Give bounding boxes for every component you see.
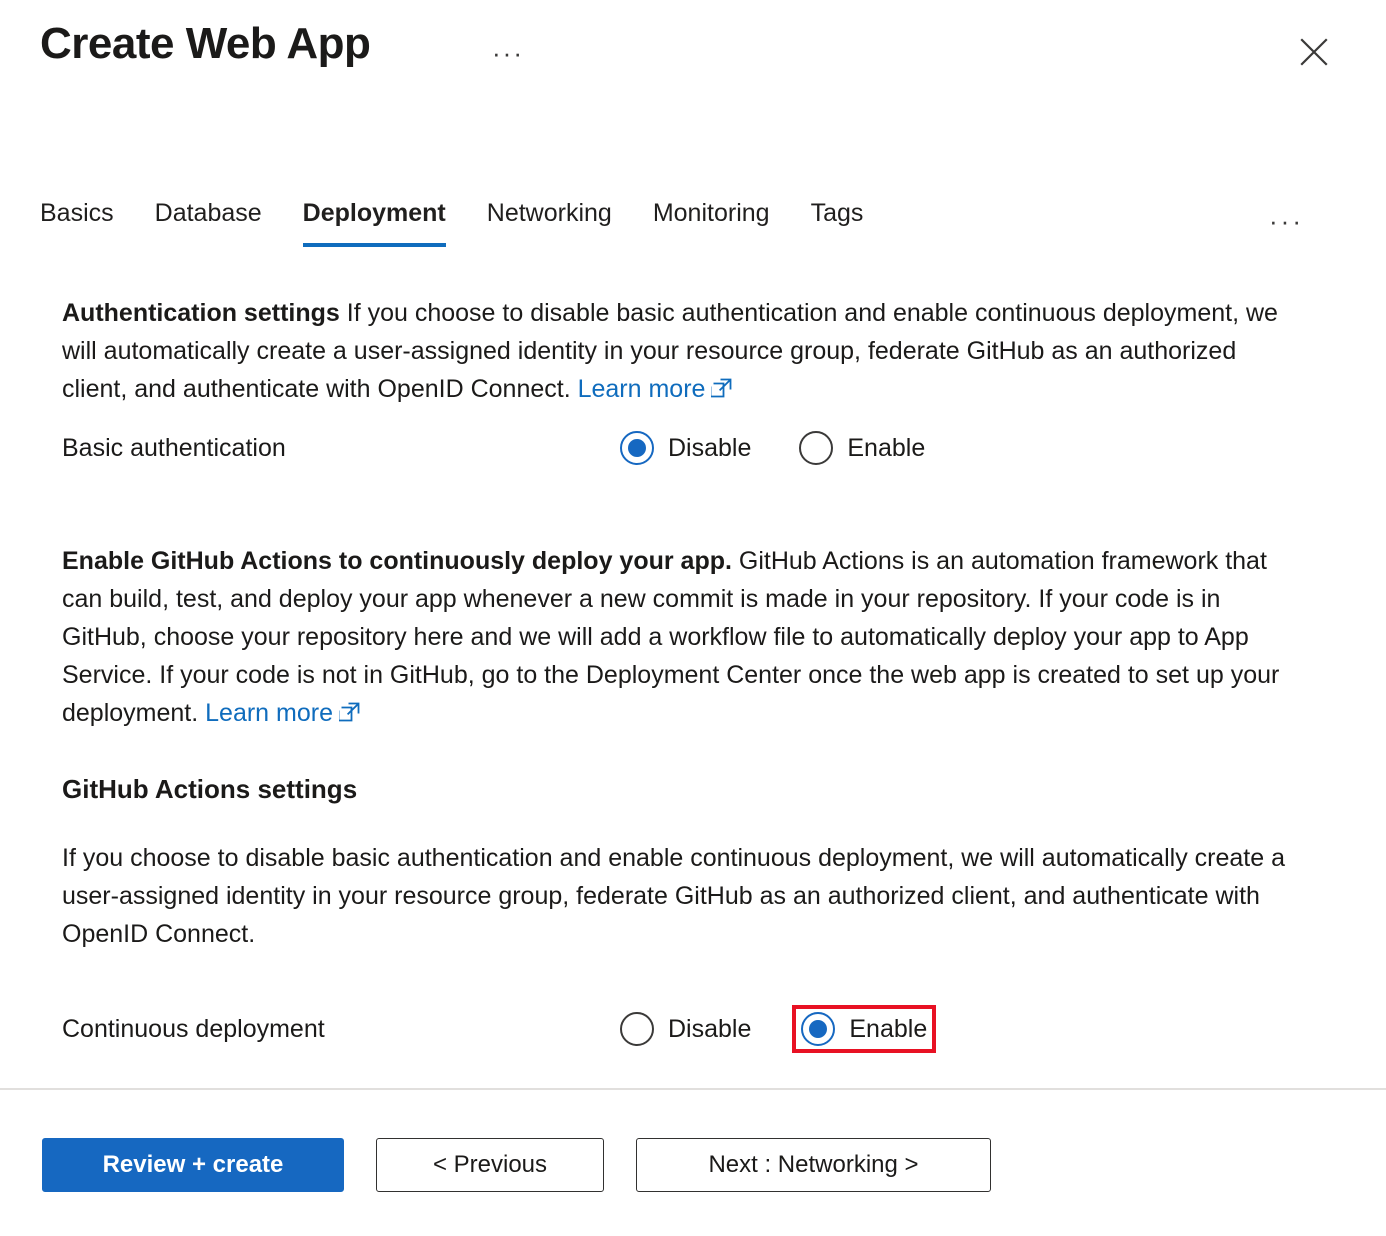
wizard-tab-list: Basics Database Deployment Networking Mo…	[40, 198, 1346, 260]
blade-header: Create Web App ···	[0, 0, 1386, 100]
continuous-deployment-label: Continuous deployment	[62, 1014, 615, 1044]
continuous-deployment-disable-label: Disable	[668, 1014, 751, 1044]
continuous-deployment-radio-group: Disable Enable	[615, 1009, 932, 1049]
page-title: Create Web App	[40, 20, 370, 68]
footer-divider	[0, 1088, 1386, 1090]
next-networking-button[interactable]: Next : Networking >	[636, 1138, 991, 1192]
tabs-overflow-icon[interactable]: ···	[1269, 208, 1304, 234]
github-actions-settings-heading: GitHub Actions settings	[62, 774, 1386, 805]
external-link-icon	[339, 696, 361, 734]
tab-deployment[interactable]: Deployment	[303, 198, 446, 247]
continuous-deployment-row: Continuous deployment Disable Enable	[62, 1007, 1386, 1051]
tab-tags[interactable]: Tags	[811, 198, 864, 247]
continuous-deployment-enable-radio[interactable]: Enable	[796, 1009, 932, 1049]
basic-authentication-label: Basic authentication	[62, 433, 615, 463]
tab-basics[interactable]: Basics	[40, 198, 114, 247]
github-actions-settings-body: If you choose to disable basic authentic…	[62, 839, 1307, 953]
close-icon	[1299, 37, 1329, 67]
basic-auth-enable-label: Enable	[847, 433, 925, 463]
github-actions-paragraph: Enable GitHub Actions to continuously de…	[62, 542, 1307, 734]
radio-mark-icon	[620, 431, 654, 465]
radio-mark-icon	[801, 1012, 835, 1046]
authentication-settings-paragraph: Authentication settings If you choose to…	[62, 276, 1307, 410]
title-more-menu-icon[interactable]: ···	[492, 40, 524, 66]
tab-monitoring[interactable]: Monitoring	[653, 198, 770, 247]
github-actions-heading: Enable GitHub Actions to continuously de…	[62, 547, 732, 575]
basic-authentication-radio-group: Disable Enable	[615, 428, 930, 468]
basic-auth-disable-radio[interactable]: Disable	[615, 428, 756, 468]
wizard-footer: Review + create < Previous Next : Networ…	[42, 1138, 1023, 1192]
tab-database[interactable]: Database	[155, 198, 262, 247]
radio-mark-icon	[620, 1012, 654, 1046]
continuous-deployment-disable-radio[interactable]: Disable	[615, 1009, 756, 1049]
radio-mark-icon	[799, 431, 833, 465]
previous-button[interactable]: < Previous	[376, 1138, 604, 1192]
external-link-icon	[711, 372, 733, 410]
tab-networking[interactable]: Networking	[487, 198, 612, 247]
basic-auth-enable-radio[interactable]: Enable	[794, 428, 930, 468]
auth-learn-more-link[interactable]: Learn more	[578, 375, 706, 403]
continuous-deployment-enable-label: Enable	[849, 1014, 927, 1044]
basic-authentication-row: Basic authentication Disable Enable	[62, 426, 1386, 470]
github-learn-more-link[interactable]: Learn more	[205, 699, 333, 727]
authentication-settings-heading: Authentication settings	[62, 299, 340, 327]
basic-auth-disable-label: Disable	[668, 433, 751, 463]
close-button[interactable]	[1294, 32, 1334, 72]
deployment-tab-content: Authentication settings If you choose to…	[0, 276, 1386, 1051]
review-create-button[interactable]: Review + create	[42, 1138, 344, 1192]
